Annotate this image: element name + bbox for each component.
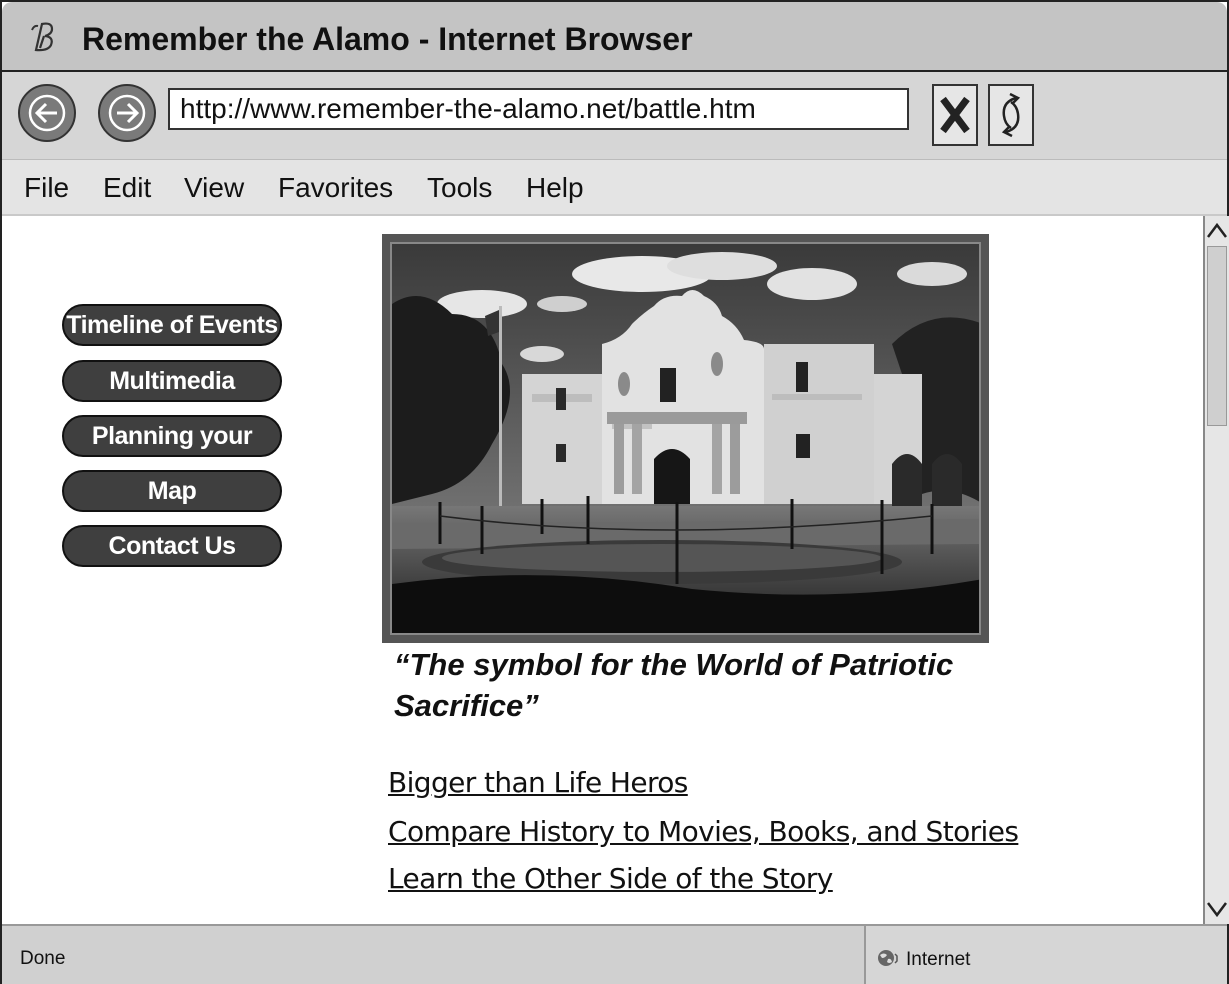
zone-label: Internet (906, 949, 971, 970)
scroll-down-button[interactable] (1205, 896, 1229, 922)
menu-favorites[interactable]: Favorites (278, 172, 393, 204)
back-button[interactable] (18, 84, 76, 142)
forward-arrow-icon (108, 94, 146, 132)
forward-button[interactable] (98, 84, 156, 142)
scroll-up-button[interactable] (1205, 218, 1229, 244)
quote-line-2: Sacrifice” (394, 688, 539, 723)
title-bar: Remember the Alamo - Internet Browser (2, 2, 1227, 72)
menu-file[interactable]: File (24, 172, 69, 204)
photo-frame (382, 234, 989, 643)
security-zone: Internet (864, 926, 1227, 984)
nav-planning-tour-button[interactable]: Planning your Tour (62, 415, 282, 488)
link-heroes[interactable]: Bigger than Life Heros (388, 766, 688, 799)
stop-x-icon (940, 96, 970, 134)
page-quote: “The symbol for the World of Patriotic S… (394, 644, 1014, 726)
alamo-photo-illustration (392, 244, 979, 633)
menu-bar: File Edit View Favorites Tools Help (2, 160, 1227, 216)
menu-edit[interactable]: Edit (103, 172, 151, 204)
vertical-scrollbar[interactable] (1203, 216, 1229, 924)
back-arrow-icon (28, 94, 66, 132)
scrollbar-thumb[interactable] (1207, 246, 1227, 426)
menu-view[interactable]: View (184, 172, 244, 204)
page-content: Timeline of Events Multimedia Planning y… (2, 216, 1203, 924)
nav-multimedia-button[interactable]: Multimedia (62, 360, 282, 402)
chevron-up-icon (1207, 222, 1227, 238)
browser-window: Remember the Alamo - Internet Browser ht… (0, 0, 1229, 984)
menu-tools[interactable]: Tools (427, 172, 492, 204)
stop-button[interactable] (932, 84, 978, 146)
status-bar: Done Internet (2, 924, 1227, 984)
chevron-down-icon (1207, 902, 1227, 918)
nav-map-button[interactable]: Map (62, 470, 282, 512)
refresh-icon (1001, 92, 1021, 138)
quote-line-1: “The symbol for the World of Patriotic (394, 647, 954, 682)
navigation-bar: http://www.remember-the-alamo.net/battle… (2, 72, 1227, 160)
menu-help[interactable]: Help (526, 172, 584, 204)
link-other-side[interactable]: Learn the Other Side of the Story (388, 862, 833, 895)
globe-icon (878, 950, 898, 966)
address-bar[interactable]: http://www.remember-the-alamo.net/battle… (168, 88, 909, 130)
nav-contact-button[interactable]: Contact Us (62, 525, 282, 567)
browser-logo-icon (31, 22, 54, 52)
nav-timeline-button[interactable]: Timeline of Events (62, 304, 282, 346)
refresh-button[interactable] (988, 84, 1034, 146)
status-text: Done (20, 948, 66, 969)
alamo-mission-photo (390, 242, 981, 635)
window-title: Remember the Alamo - Internet Browser (82, 21, 693, 57)
link-compare-history[interactable]: Compare History to Movies, Books, and St… (388, 815, 1019, 848)
